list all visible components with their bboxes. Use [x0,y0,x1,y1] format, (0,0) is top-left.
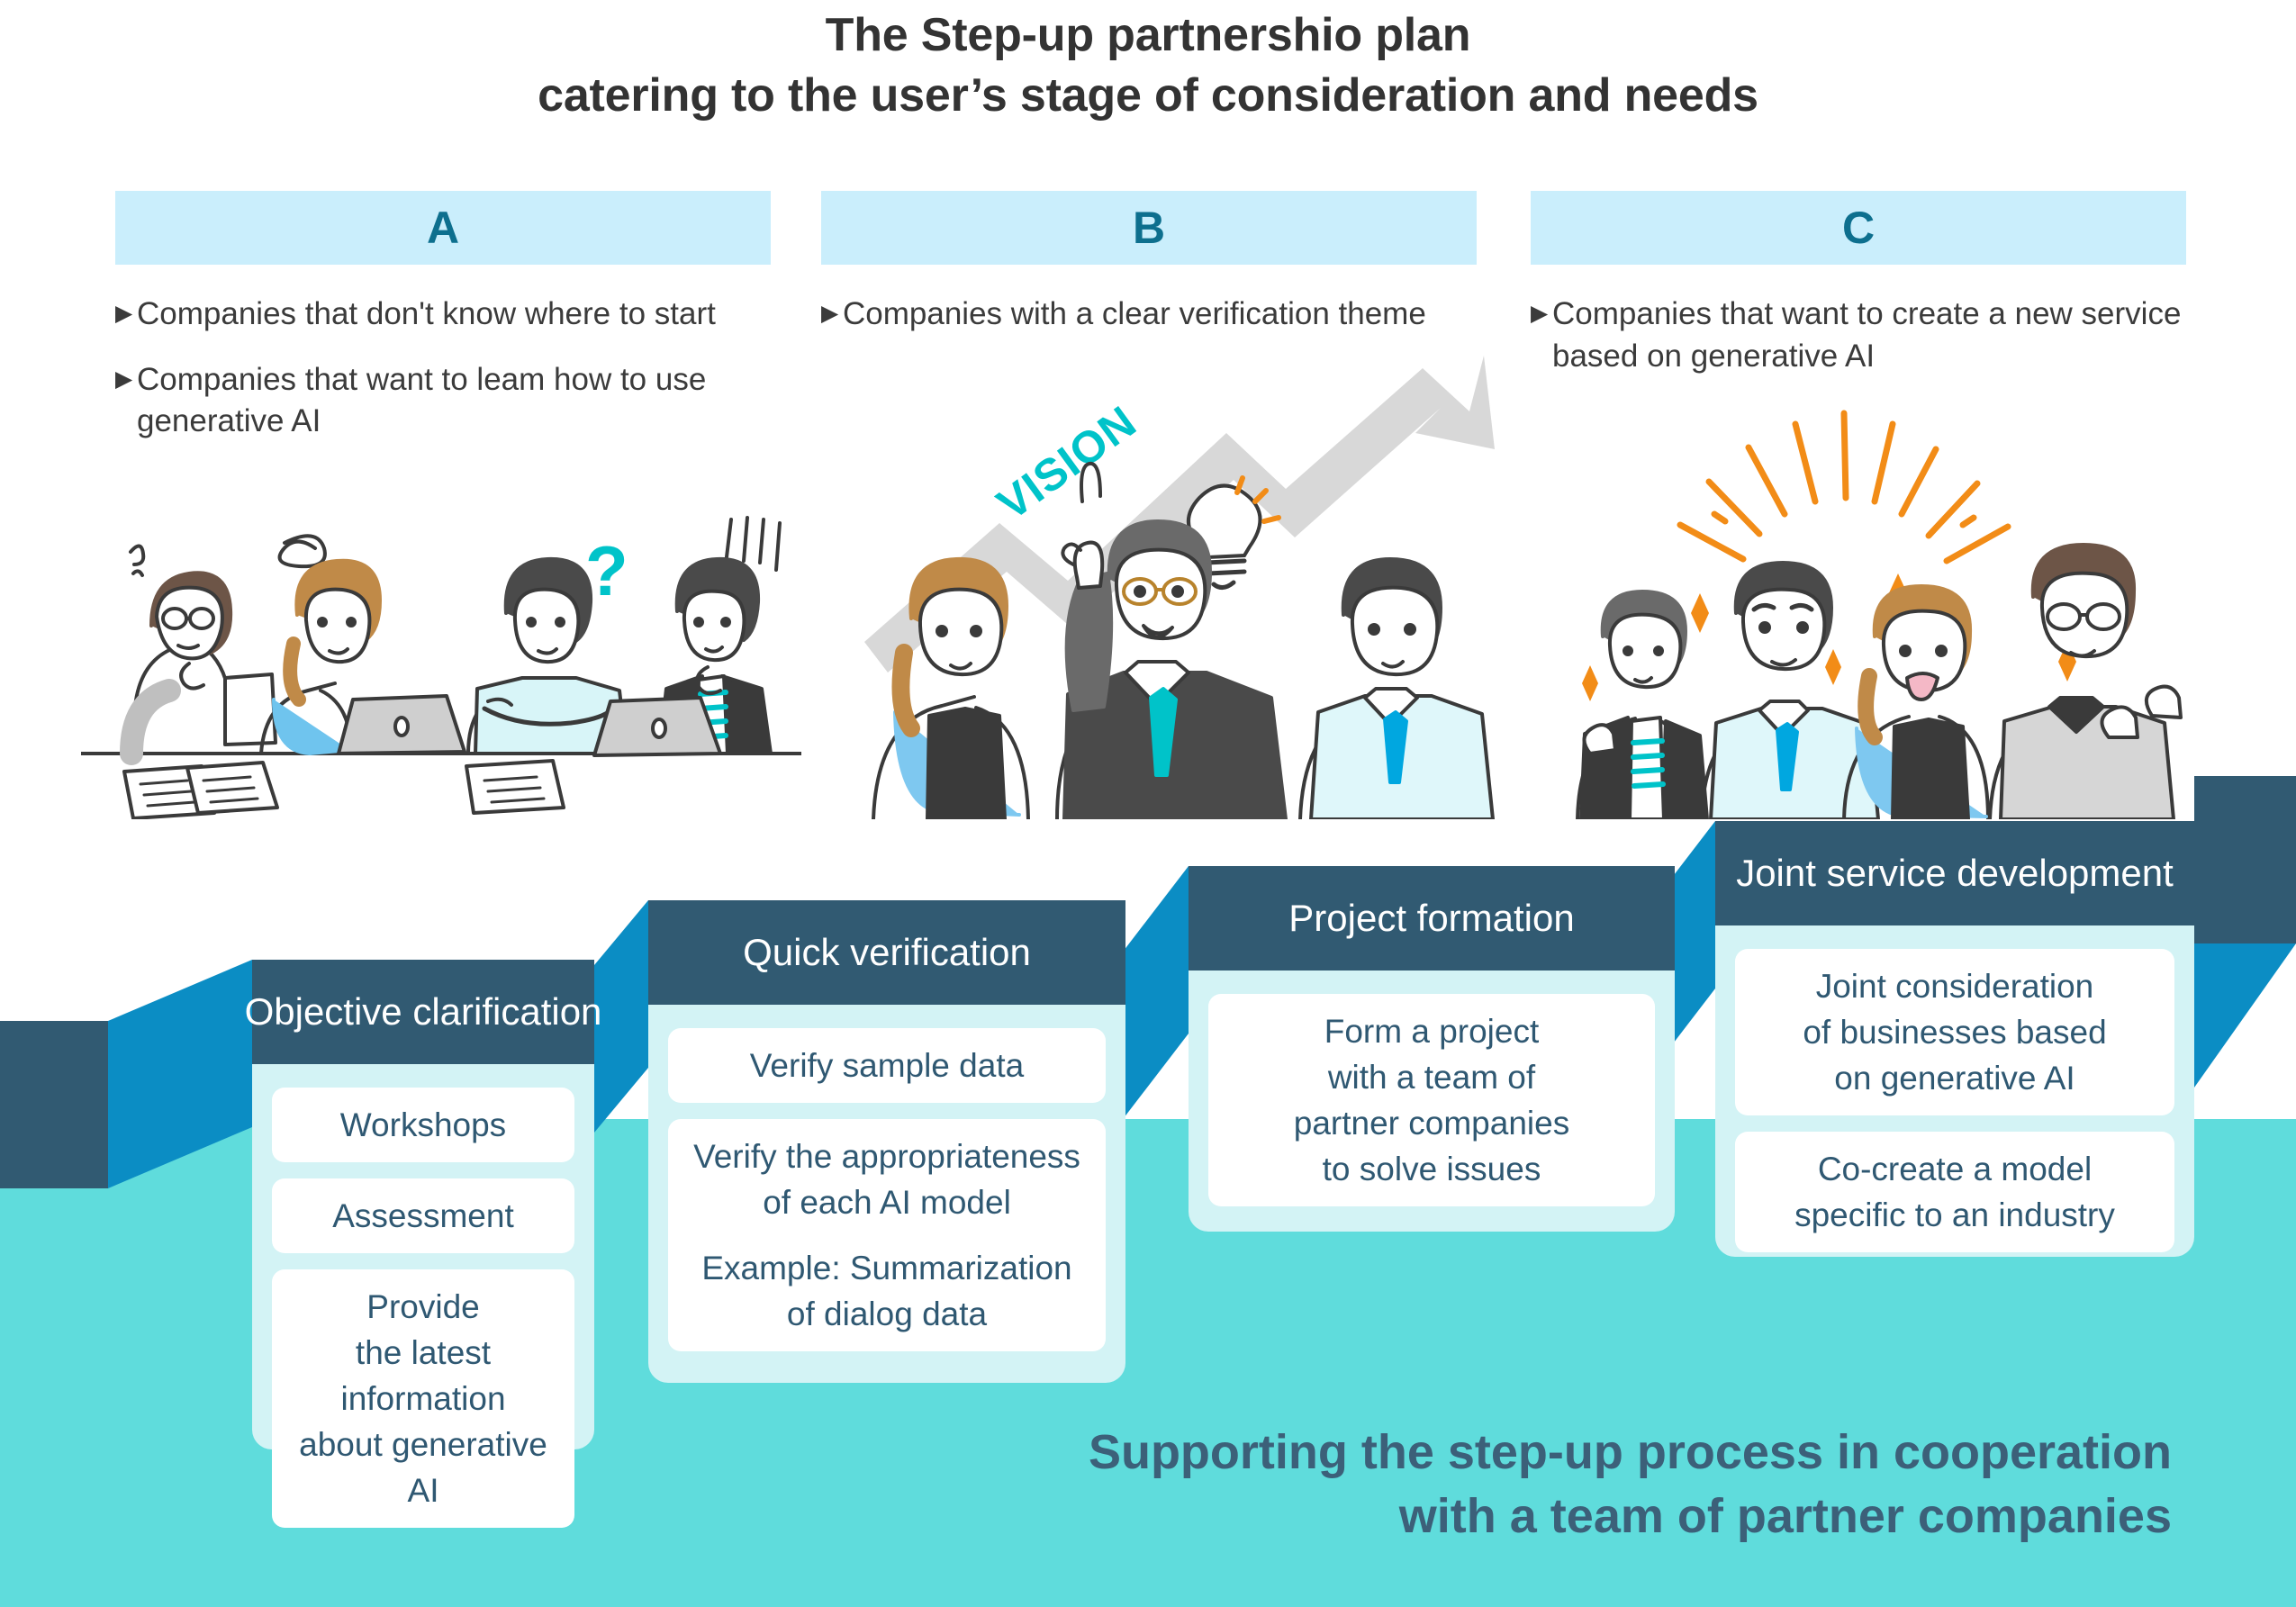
step-item-subtext: Example: Summarization of dialog data [701,1250,1072,1333]
step-item: Workshops [272,1088,574,1163]
step-item: Joint consideration of businesses based on… [1735,949,2174,1116]
step-header-4: Joint service development [1715,821,2194,925]
step-header-1: Objective clarification [245,960,601,1064]
footer-tagline: Supporting the step-up process in cooper… [0,1421,2172,1549]
tagline-line-1: Supporting the step-up process in cooper… [1088,1425,2172,1479]
stair-tread-right-edge [2194,776,2296,943]
step-item: Verify the appropriateness of each AI mod… [668,1119,1106,1352]
step-body-1: Workshops Assessment Provide the latest i… [252,1064,594,1529]
step-header-3: Project formation [1189,866,1675,971]
step-item-text: Verify sample data [749,1047,1025,1084]
step-body-3: Form a project with a team of partner comp… [1189,971,1675,1232]
step-item-text: Verify the appropriateness of each AI mod… [693,1138,1080,1222]
step-item-text: Co-create a model specific to an industry [1794,1151,2115,1234]
step-body-4: Joint consideration of businesses based on… [1715,925,2194,1257]
step-item: Verify sample data [668,1028,1106,1104]
step-item: Assessment [272,1178,574,1254]
tagline-line-2: with a team of partner companies [1398,1489,2172,1544]
stair-tread-left-edge [0,1021,108,1188]
staircase-diagram: Objective clarification Workshops Assess… [0,0,2296,1607]
step-item-text: Joint consideration of businesses based on… [1803,968,2107,1097]
step-item: Form a project with a team of partner comp… [1208,994,1655,1207]
step-item-text: Assessment [332,1197,514,1235]
step-item-text: Form a project with a team of partner comp… [1293,1013,1570,1188]
step-body-2: Verify sample data Verify the appropriat… [648,1005,1125,1383]
infographic-canvas: The Step-up partnershio plan catering to… [0,0,2296,1607]
step-item: Co-create a model specific to an industry [1735,1132,2174,1253]
step-item-text: Workshops [339,1106,507,1143]
step-header-2: Quick verification [648,900,1125,1005]
